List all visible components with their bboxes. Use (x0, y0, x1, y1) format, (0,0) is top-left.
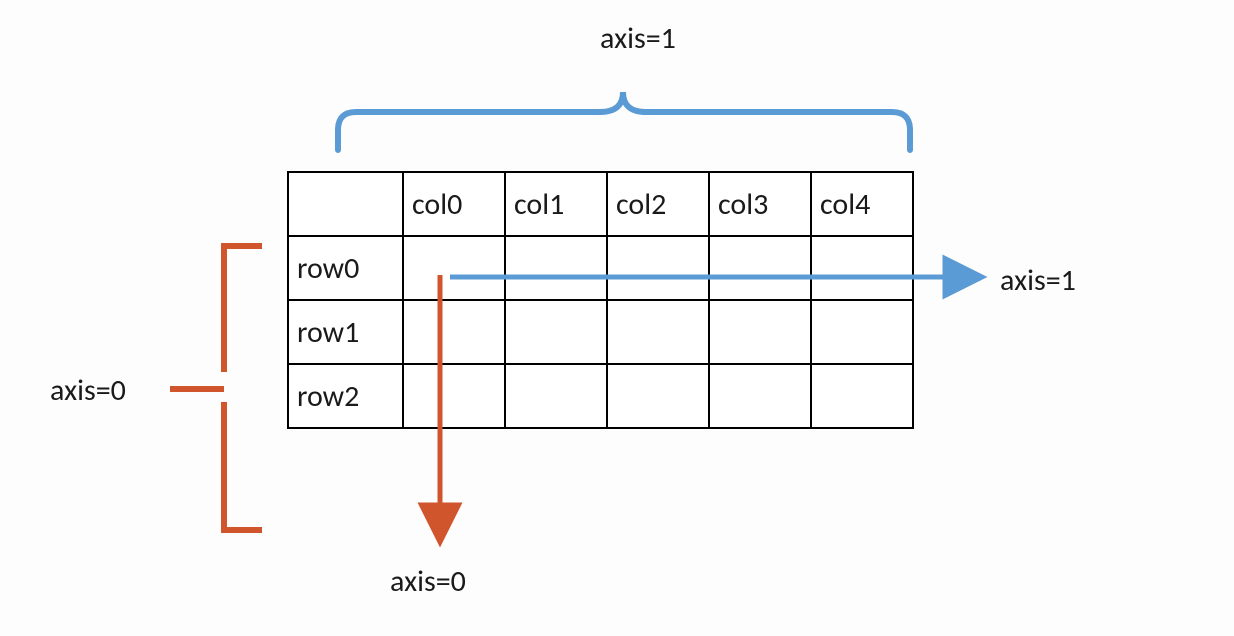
dataframe-grid: col0 col1 col2 col3 col4 row0 row1 row2 (287, 171, 914, 429)
table-row: row1 (288, 300, 913, 364)
axis0-left-label: axis=0 (50, 372, 126, 409)
col-header: col2 (607, 172, 709, 236)
empty-cell (403, 236, 505, 300)
col-header: col3 (709, 172, 811, 236)
empty-cell (505, 364, 607, 428)
empty-cell (403, 300, 505, 364)
row-header: row2 (288, 364, 403, 428)
diagram-stage: col0 col1 col2 col3 col4 row0 row1 row2 (0, 0, 1234, 636)
empty-cell (607, 300, 709, 364)
empty-cell (403, 364, 505, 428)
col-header: col0 (403, 172, 505, 236)
empty-cell (811, 300, 913, 364)
empty-cell (505, 236, 607, 300)
axis1-brace-icon (338, 92, 910, 150)
row-header: row0 (288, 236, 403, 300)
table-row: col0 col1 col2 col3 col4 (288, 172, 913, 236)
col-header: col4 (811, 172, 913, 236)
empty-cell (709, 236, 811, 300)
col-header: col1 (505, 172, 607, 236)
empty-cell (709, 364, 811, 428)
empty-cell (607, 364, 709, 428)
axis0-bottom-label: axis=0 (390, 563, 466, 600)
empty-cell (709, 300, 811, 364)
axis1-right-label: axis=1 (1000, 262, 1076, 299)
table-row: row0 (288, 236, 913, 300)
empty-cell (811, 364, 913, 428)
corner-cell (288, 172, 403, 236)
table-row: row2 (288, 364, 913, 428)
empty-cell (607, 236, 709, 300)
empty-cell (505, 300, 607, 364)
axis1-top-label: axis=1 (600, 20, 676, 57)
row-header: row1 (288, 300, 403, 364)
axis0-bracket-icon (224, 246, 262, 530)
empty-cell (811, 236, 913, 300)
